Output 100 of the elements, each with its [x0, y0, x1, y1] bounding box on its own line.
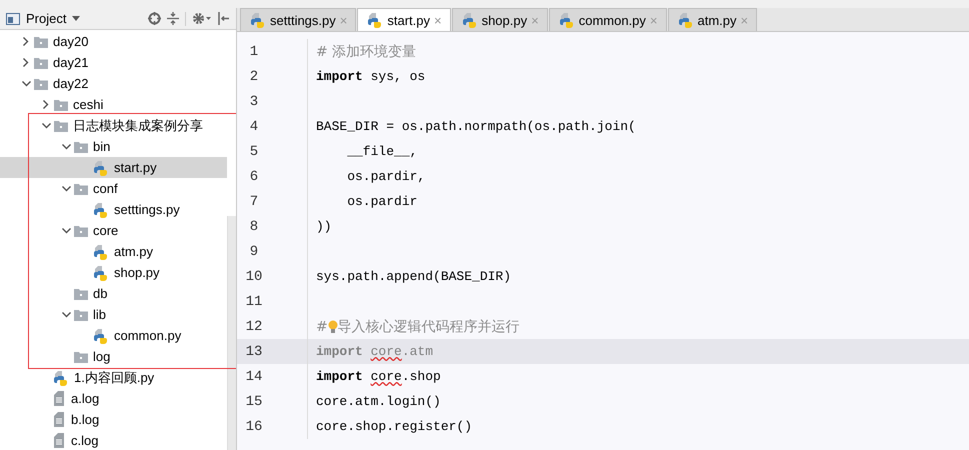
settings-icon[interactable] [192, 12, 212, 25]
line-number: 15 [244, 394, 264, 410]
tree-item[interactable]: core [0, 220, 227, 241]
tree-item[interactable]: bin [0, 136, 227, 157]
chevron-right-icon[interactable] [23, 58, 29, 67]
chevron-right-icon[interactable] [23, 37, 29, 46]
python-file-icon [94, 160, 109, 176]
line-number: 14 [244, 368, 264, 384]
code-text: os.pardir [346, 194, 418, 209]
folder-icon [34, 78, 48, 90]
python-file-icon [54, 370, 69, 386]
code-text: core [370, 344, 402, 359]
tree-item[interactable]: conf [0, 178, 227, 199]
collapse-icon[interactable] [167, 12, 179, 25]
tree-item[interactable]: setttings.py [0, 199, 227, 220]
crosshair-icon[interactable] [148, 12, 161, 25]
caret-icon[interactable] [72, 16, 80, 21]
python-file-icon [94, 244, 109, 260]
editor-tab[interactable]: start.py × [357, 8, 451, 31]
editor-tab[interactable]: atm.py × [668, 8, 758, 31]
chevron-down-icon[interactable] [42, 122, 50, 128]
tree-item[interactable]: ceshi [0, 94, 227, 115]
line-number: 12 [244, 318, 264, 334]
line-number: 16 [244, 418, 264, 434]
comment: 导入核心逻辑代码程序并运行 [338, 318, 520, 336]
code-text: sys, os [370, 69, 426, 84]
line-number: 5 [248, 144, 260, 160]
editor-tab[interactable]: setttings.py × [240, 8, 356, 31]
python-file-icon [94, 328, 109, 344]
keyword: import [316, 69, 363, 84]
folder-icon [54, 120, 68, 132]
folder-icon [54, 98, 68, 110]
code-text: .atm [402, 344, 434, 359]
tree-item[interactable]: common.py [0, 325, 227, 346]
code-text: core [370, 369, 402, 384]
chevron-down-icon[interactable] [62, 186, 70, 192]
tree-item[interactable]: db [0, 283, 227, 304]
line-number: 7 [248, 194, 260, 210]
folder-icon [74, 182, 88, 194]
folder-icon [74, 140, 88, 152]
code-text: core.atm.login() [316, 394, 441, 409]
tree-item[interactable]: log [0, 346, 227, 367]
code-text: core.shop.register() [316, 419, 472, 434]
scrollbar[interactable] [227, 216, 236, 450]
chevron-down-icon[interactable] [62, 144, 70, 150]
tree-item[interactable]: b.log [0, 409, 227, 430]
comment: # [316, 318, 328, 334]
hide-panel-icon[interactable] [218, 12, 230, 25]
line-number: 10 [244, 268, 264, 284]
line-number: 1 [248, 44, 260, 60]
tree-item[interactable]: lib [0, 304, 227, 325]
code-text: os.pardir, [346, 169, 426, 184]
lightbulb-icon[interactable] [328, 320, 338, 334]
line-number: 4 [248, 118, 260, 134]
folder-icon [74, 350, 88, 362]
chevron-down-icon[interactable] [62, 228, 70, 234]
folder-icon [74, 224, 88, 236]
tree-item[interactable]: atm.py [0, 241, 227, 262]
chevron-right-icon[interactable] [43, 100, 49, 109]
python-file-icon [368, 12, 384, 28]
tree-item[interactable]: shop.py [0, 262, 227, 283]
keyword: import [316, 369, 364, 384]
tree-item[interactable]: 日志模块集成案例分享 [0, 115, 227, 136]
comment: # 添加环境变量 [316, 42, 416, 60]
text-file-icon [54, 391, 66, 406]
code-text: .shop [402, 369, 441, 384]
editor-tab[interactable]: shop.py × [452, 8, 548, 31]
editor-tab[interactable]: common.py × [548, 8, 667, 31]
line-number: 11 [244, 294, 264, 310]
tree-item[interactable]: day21 [0, 52, 227, 73]
tree-item[interactable]: c.log [0, 430, 227, 450]
tree-item[interactable]: 1.内容回顾.py [0, 367, 227, 388]
project-icon [6, 12, 20, 24]
folder-icon [74, 308, 88, 320]
python-file-icon [678, 12, 694, 28]
text-file-icon [54, 412, 66, 427]
line-number: 8 [248, 218, 260, 234]
chevron-down-icon[interactable] [62, 312, 70, 318]
folder-icon [34, 56, 48, 68]
line-number: 2 [248, 68, 260, 84]
line-number: 3 [248, 94, 260, 110]
python-file-icon [94, 264, 109, 280]
tree-item[interactable]: day20 [0, 31, 227, 52]
tree-item[interactable]: day22 [0, 73, 227, 94]
line-number: 9 [248, 244, 260, 260]
python-file-icon [560, 12, 575, 28]
python-file-icon [462, 12, 478, 28]
panel-title: Project [26, 11, 66, 26]
code-text: __file__, [346, 144, 418, 159]
python-file-icon [251, 12, 266, 28]
tree-item[interactable]: a.log [0, 388, 227, 409]
python-file-icon [94, 202, 109, 218]
code-text: )) [316, 219, 332, 234]
folder-icon [34, 36, 48, 48]
tree-item[interactable]: start.py [0, 157, 227, 178]
chevron-down-icon[interactable] [22, 80, 30, 86]
folder-icon [74, 288, 88, 300]
code-text: BASE_DIR = os.path.normpath(os.path.join( [316, 119, 636, 134]
line-number: 13 [244, 344, 264, 360]
line-number: 6 [248, 168, 260, 184]
